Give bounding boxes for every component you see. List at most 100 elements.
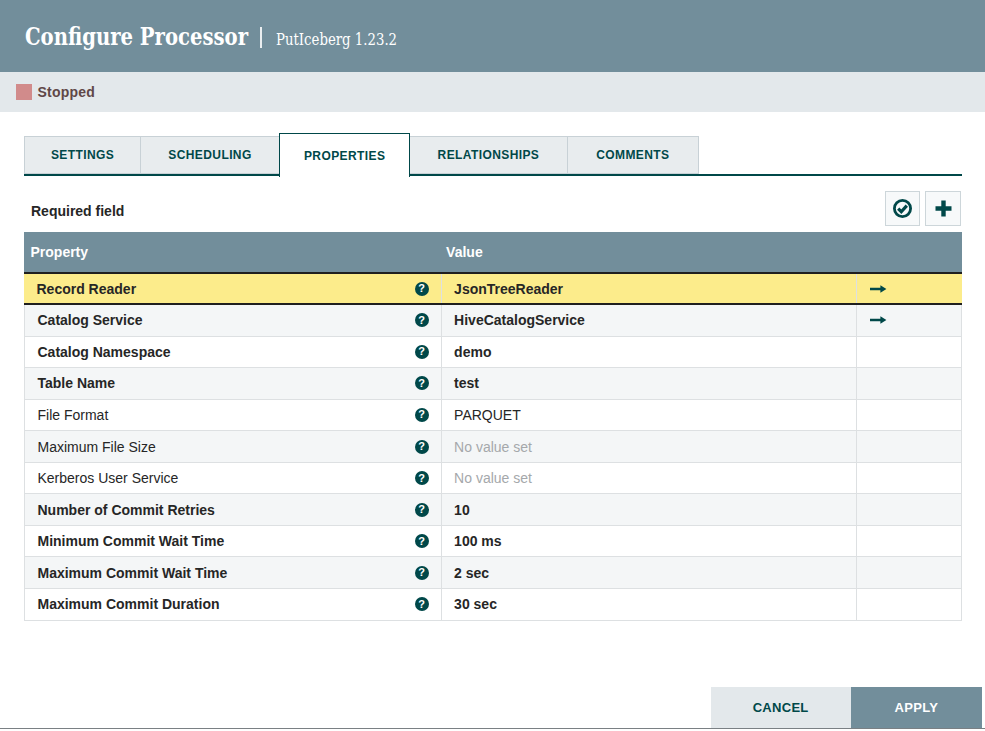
property-name-cell: Maximum Commit Duration ? [25,589,441,620]
property-value-cell[interactable]: No value set [441,463,856,494]
add-property-button[interactable] [925,191,960,226]
help-icon[interactable]: ? [415,534,429,548]
tab-bar: SETTINGS SCHEDULING PROPERTIES RELATIONS… [24,133,962,177]
property-name: Number of Commit Retries [38,502,215,518]
property-name-cell: Catalog Service ? [25,305,441,336]
property-name: Maximum Commit Duration [38,596,220,612]
property-actions-cell [856,400,961,431]
required-field-hint: Required field [31,203,124,219]
property-name-cell: Maximum Commit Wait Time ? [25,557,441,588]
property-value-cell[interactable]: test [441,368,856,399]
property-value: 10 [454,502,470,518]
property-name: Record Reader [37,281,137,297]
property-name: Catalog Service [38,312,143,328]
help-icon[interactable]: ? [415,345,429,359]
property-value-cell[interactable]: No value set [441,431,856,462]
go-to-service-button[interactable] [870,284,887,294]
property-value: 100 ms [454,533,501,549]
property-value-cell[interactable]: 30 sec [441,589,856,620]
status-bar: Stopped [0,72,985,112]
property-row[interactable]: Table Name ? test [25,368,962,400]
property-actions-cell [856,494,961,525]
property-name: File Format [38,407,109,423]
property-name: Minimum Commit Wait Time [38,533,225,549]
property-name-cell: Catalog Namespace ? [25,337,441,368]
property-value-cell[interactable]: PARQUET [441,400,856,431]
stopped-status-icon [16,84,32,100]
property-value: HiveCatalogService [454,312,585,328]
property-actions-cell [856,274,962,303]
property-name: Maximum File Size [38,439,156,455]
column-header-property: Property [24,244,441,260]
property-value-cell[interactable]: HiveCatalogService [441,305,856,336]
tab-settings[interactable]: SETTINGS [24,136,141,174]
properties-table: Property Value Record Reader ? JsonTreeR… [24,232,963,621]
property-value: PARQUET [454,407,521,423]
property-value: JsonTreeReader [454,281,563,297]
property-actions-cell [856,526,961,557]
properties-toolbar [885,191,961,226]
property-value: No value set [454,470,532,486]
property-row[interactable]: Number of Commit Retries ? 10 [25,494,962,526]
help-icon[interactable]: ? [415,566,429,580]
property-row[interactable]: Catalog Service ? HiveCatalogService [25,305,962,337]
property-value: No value set [454,439,532,455]
property-actions-cell [856,305,961,336]
property-actions-cell [856,463,961,494]
tab-properties[interactable]: PROPERTIES [279,133,410,177]
go-to-service-button[interactable] [870,315,887,325]
help-icon[interactable]: ? [415,313,429,327]
property-name: Kerberos User Service [38,470,179,486]
tab-label: PROPERTIES [304,149,385,163]
property-value: 30 sec [454,596,497,612]
property-name-cell: Record Reader ? [24,274,441,303]
tab-label: SCHEDULING [168,148,251,162]
dialog-title: Configure Processor [25,22,248,52]
property-row[interactable]: File Format ? PARQUET [25,400,962,432]
property-actions-cell [856,337,961,368]
property-row[interactable]: Catalog Namespace ? demo [25,337,962,369]
help-icon[interactable]: ? [415,471,429,485]
property-actions-cell [856,557,961,588]
title-divider [260,27,262,48]
help-icon[interactable]: ? [415,408,429,422]
property-value: test [454,375,479,391]
property-value-cell[interactable]: 2 sec [441,557,856,588]
property-name-cell: Table Name ? [25,368,441,399]
property-name-cell: Minimum Commit Wait Time ? [25,526,441,557]
property-value-cell[interactable]: JsonTreeReader [441,274,856,303]
tab-comments[interactable]: COMMENTS [567,136,699,174]
property-row[interactable]: Minimum Commit Wait Time ? 100 ms [25,526,962,558]
property-value-cell[interactable]: 10 [441,494,856,525]
tabs-container: SETTINGS SCHEDULING PROPERTIES RELATIONS… [24,133,699,177]
property-row[interactable]: Record Reader ? JsonTreeReader [24,272,963,305]
right-arrow-icon [870,284,887,294]
help-icon[interactable]: ? [415,440,429,454]
apply-button[interactable]: APPLY [851,687,982,728]
cancel-button[interactable]: CANCEL [711,687,851,728]
property-actions-cell [856,368,961,399]
help-icon[interactable]: ? [415,597,429,611]
property-name: Table Name [38,375,116,391]
help-icon[interactable]: ? [415,282,429,296]
property-name: Maximum Commit Wait Time [38,565,228,581]
property-value-cell[interactable]: 100 ms [441,526,856,557]
property-row[interactable]: Maximum File Size ? No value set [25,431,962,463]
status-label: Stopped [38,84,95,100]
dialog-bottom-edge [0,728,985,730]
help-icon[interactable]: ? [415,503,429,517]
tab-relationships[interactable]: RELATIONSHIPS [409,136,567,174]
property-row[interactable]: Maximum Commit Wait Time ? 2 sec [25,557,962,589]
verify-properties-button[interactable] [885,191,920,226]
property-row[interactable]: Maximum Commit Duration ? 30 sec [25,589,962,621]
property-value-cell[interactable]: demo [441,337,856,368]
property-actions-cell [856,431,961,462]
property-name-cell: Kerberos User Service ? [25,463,441,494]
property-row[interactable]: Kerberos User Service ? No value set [25,463,962,495]
tab-scheduling[interactable]: SCHEDULING [140,136,280,174]
help-icon[interactable]: ? [415,376,429,390]
column-header-value: Value [441,244,856,260]
property-value: 2 sec [454,565,489,581]
right-arrow-icon [870,315,887,325]
property-name-cell: File Format ? [25,400,441,431]
